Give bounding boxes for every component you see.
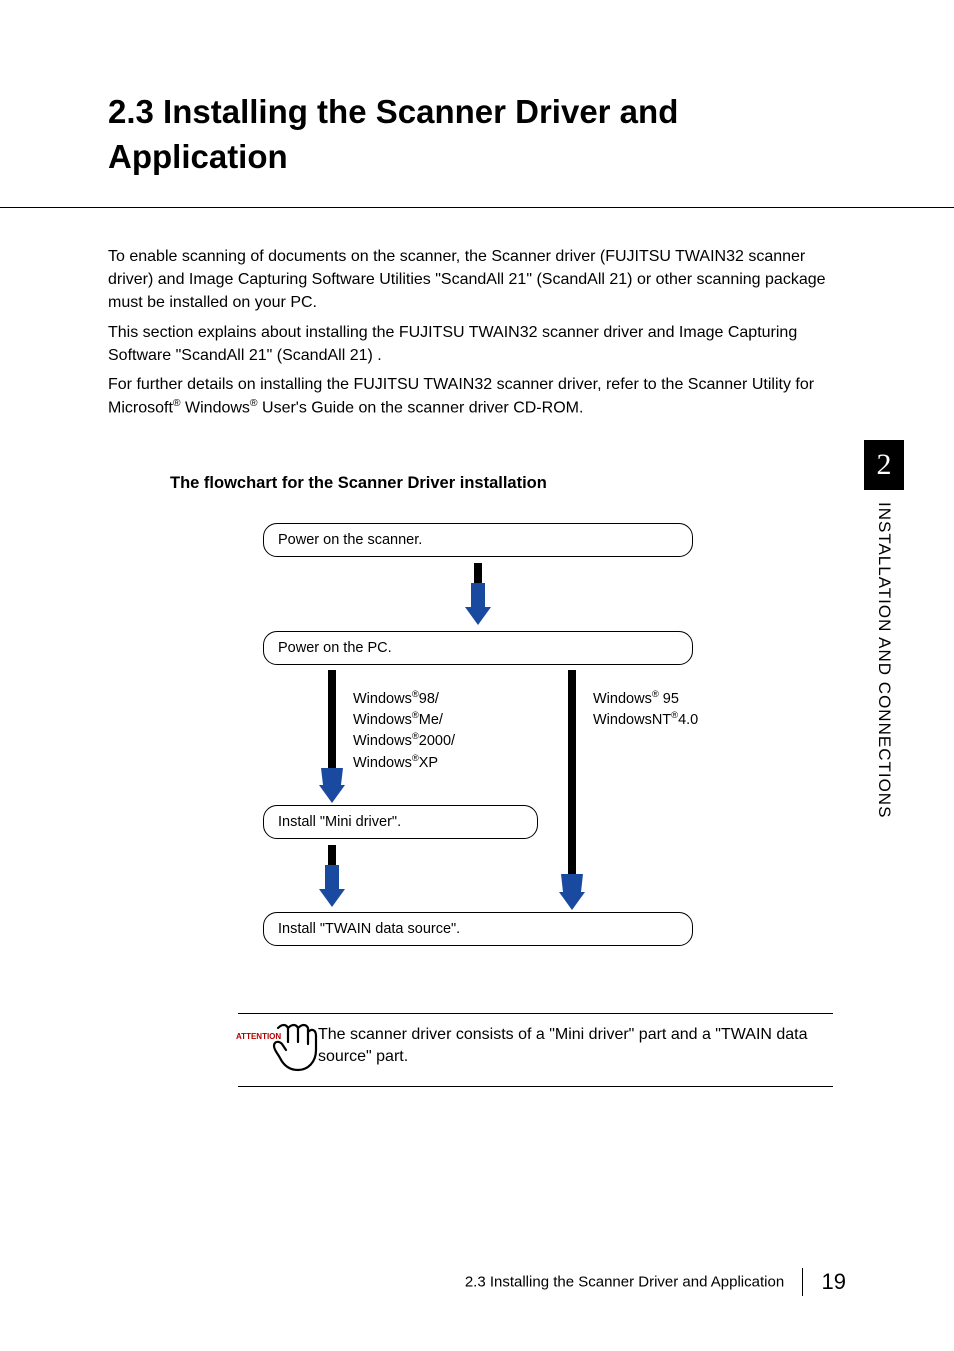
attention-text: The scanner driver consists of a "Mini d… [318, 1022, 833, 1069]
flowchart-heading: The flowchart for the Scanner Driver ins… [170, 474, 848, 493]
paragraph-3: For further details on installing the FU… [108, 373, 848, 420]
footer-text: 2.3 Installing the Scanner Driver and Ap… [465, 1274, 784, 1291]
attention-icon: ATTENTION [238, 1022, 318, 1078]
page-number: 19 [822, 1269, 846, 1294]
footer-divider [802, 1268, 803, 1296]
flowchart-step-3: Install "Mini driver". [263, 805, 538, 839]
registered-mark: ® [173, 398, 181, 409]
chapter-tab: 2 INSTALLATION AND CONNECTIONS [864, 440, 904, 818]
arrow-down-icon [463, 563, 493, 629]
paragraph-1: To enable scanning of documents on the s… [108, 245, 848, 315]
flowchart-step-2: Power on the PC. [263, 631, 693, 665]
p3-part-b: Windows [181, 399, 250, 416]
chapter-number: 2 [864, 440, 904, 490]
flowchart-step-1: Power on the scanner. [263, 523, 693, 557]
arrow-down-icon [317, 845, 347, 911]
os-list-right: Windows® 95 WindowsNT®4.0 [593, 688, 698, 731]
section-title: 2.3 Installing the Scanner Driver and Ap… [108, 90, 848, 179]
title-divider [0, 207, 954, 208]
chapter-title: INSTALLATION AND CONNECTIONS [874, 502, 894, 818]
arrow-down-left-icon [317, 670, 347, 808]
page-footer: 2.3 Installing the Scanner Driver and Ap… [0, 1268, 954, 1296]
flowchart-step-4: Install "TWAIN data source". [263, 912, 693, 946]
arrow-down-right-icon [557, 670, 587, 915]
registered-mark: ® [250, 398, 258, 409]
attention-note: ATTENTION The scanner driver consists of… [238, 1013, 833, 1087]
p3-part-c: User's Guide on the scanner driver CD-RO… [258, 399, 584, 416]
flowchart: Power on the scanner. Power on the PC. W… [263, 523, 743, 983]
paragraph-2: This section explains about installing t… [108, 321, 848, 367]
os-list-left: Windows®98/ Windows®Me/ Windows®2000/ Wi… [353, 688, 455, 774]
